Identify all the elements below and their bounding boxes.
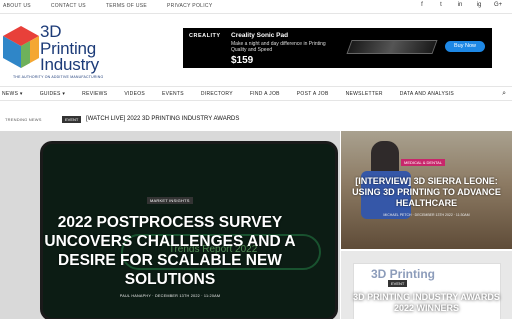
nav-newsletter[interactable]: NEWSLETTER: [346, 91, 383, 97]
side-article-awards[interactable]: 3D Printing EVENT 3D PRINTING INDUSTRY A…: [341, 251, 512, 319]
link-privacy-policy[interactable]: PRIVACY POLICY: [167, 3, 212, 9]
twitter-icon[interactable]: t: [437, 2, 445, 8]
hero-category-badge[interactable]: MARKET INSIGHTS: [147, 197, 193, 204]
awards-logo-image: 3D Printing: [371, 267, 436, 281]
top-bar: ABOUT US CONTACT US TERMS OF USE PRIVACY…: [0, 0, 512, 14]
nav-videos[interactable]: VIDEOS: [124, 91, 145, 97]
hero-overlay: MARKET INSIGHTS 2022 POSTPROCESS SURVEY …: [0, 131, 340, 319]
link-contact-us[interactable]: CONTACT US: [51, 3, 86, 9]
creality-ad-banner[interactable]: CREALITY Creality Sonic Pad Make a night…: [183, 28, 492, 68]
side-article-sierra-leone[interactable]: MEDICAL & DENTAL [INTERVIEW] 3D SIERRA L…: [341, 131, 512, 249]
side1-meta: MICHAEL PETCH · DECEMBER 13TH 2022 · 11:…: [383, 213, 470, 217]
nav-directory[interactable]: DIRECTORY: [201, 91, 233, 97]
logo-line3: Industry: [40, 55, 99, 74]
site-logo[interactable]: 3D Printing Industry THE AUTHORITY ON AD…: [3, 23, 123, 80]
google-plus-icon[interactable]: G+: [494, 2, 502, 8]
ad-price: $159: [231, 55, 254, 66]
trending-news-bar: TRENDING NEWS EVENT [WATCH LIVE] 2022 3D…: [0, 115, 512, 127]
side2-title[interactable]: 3D PRINTING INDUSTRY AWARDS 2022 WINNERS: [346, 292, 507, 314]
nav-post-a-job[interactable]: POST A JOB: [297, 91, 329, 97]
nav-find-a-job[interactable]: FIND A JOB: [250, 91, 280, 97]
nav-data-and-analysis[interactable]: DATA AND ANALYSIS: [400, 91, 454, 97]
linkedin-icon[interactable]: in: [456, 2, 464, 8]
nav-reviews[interactable]: REVIEWS: [82, 91, 107, 97]
sonic-pad-image: [346, 40, 438, 54]
hero-title[interactable]: 2022 POSTPROCESS SURVEY UNCOVERS CHALLEN…: [20, 213, 320, 289]
side2-category-badge[interactable]: EVENT: [388, 280, 408, 287]
ad-subtext: Make a night and day difference in Print…: [231, 41, 326, 53]
instagram-icon[interactable]: ig: [475, 2, 483, 8]
logo-wordmark: 3D Printing Industry: [40, 23, 99, 74]
trending-title-link[interactable]: [WATCH LIVE] 2022 3D PRINTING INDUSTRY A…: [86, 116, 239, 122]
ad-headline: Creality Sonic Pad: [231, 32, 289, 39]
main-nav: NEWS ▾ GUIDES ▾ REVIEWS VIDEOS EVENTS DI…: [0, 86, 512, 101]
side1-title[interactable]: [INTERVIEW] 3D SIERRA LEONE: USING 3D PR…: [351, 176, 502, 209]
side1-category-badge[interactable]: MEDICAL & DENTAL: [401, 159, 446, 166]
link-terms-of-use[interactable]: TERMS OF USE: [106, 3, 147, 9]
facebook-icon[interactable]: f: [418, 2, 426, 8]
top-links: ABOUT US CONTACT US TERMS OF USE PRIVACY…: [0, 3, 232, 9]
ad-brand: CREALITY: [189, 33, 221, 39]
ad-buy-now-button[interactable]: Buy Now: [445, 41, 485, 52]
cube-logo-icon: [3, 26, 39, 68]
trending-badge: EVENT: [62, 116, 82, 123]
nav-guides[interactable]: GUIDES ▾: [40, 91, 65, 97]
search-icon[interactable]: ⌕: [502, 90, 506, 98]
social-links: f t in ig G+: [418, 2, 502, 8]
hero-meta: PAUL HANAPHY · DECEMBER 13TH 2022 · 11:2…: [119, 294, 221, 298]
nav-events[interactable]: EVENTS: [162, 91, 184, 97]
link-about-us[interactable]: ABOUT US: [3, 3, 31, 9]
nav-news[interactable]: NEWS ▾: [2, 91, 23, 97]
logo-tagline: THE AUTHORITY ON ADDITIVE MANUFACTURING: [13, 75, 104, 79]
trending-label: TRENDING NEWS: [5, 117, 42, 122]
